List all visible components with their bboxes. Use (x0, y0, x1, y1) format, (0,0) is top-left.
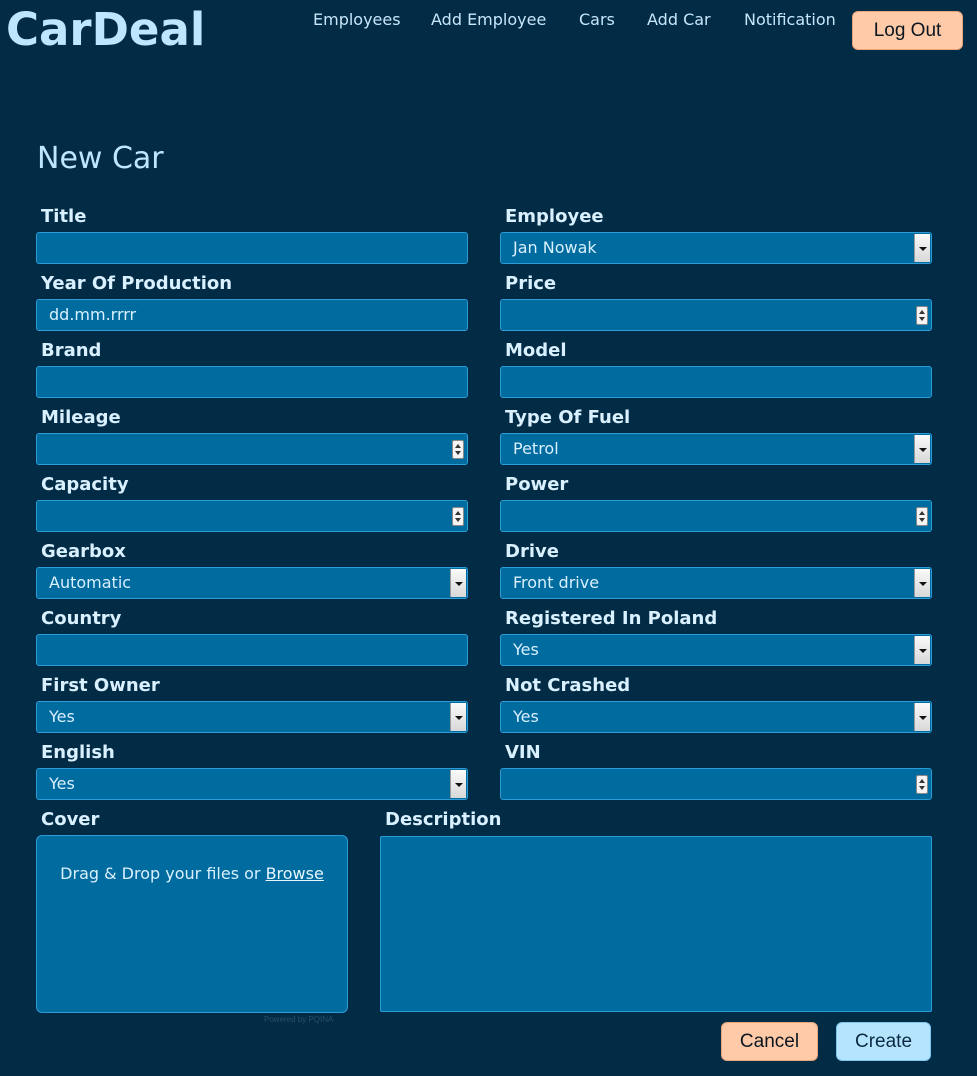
chevron-down-icon (450, 569, 466, 597)
registered-label: Registered In Poland (505, 608, 718, 629)
mileage-input[interactable] (36, 433, 468, 465)
drive-select[interactable]: Front drive (500, 567, 932, 599)
year-label: Year Of Production (41, 273, 233, 294)
country-input[interactable] (36, 634, 468, 666)
chevron-down-icon (914, 636, 930, 664)
spinner-icon[interactable] (916, 306, 928, 325)
registered-select[interactable]: Yes (500, 634, 932, 666)
dropzone-text: Drag & Drop your files or Browse (60, 864, 324, 883)
gearbox-select[interactable]: Automatic (36, 567, 468, 599)
description-label: Description (385, 809, 502, 830)
chevron-down-icon (914, 234, 930, 262)
power-label: Power (505, 474, 569, 495)
powered-by-credit[interactable]: Powered by PQINA (264, 1015, 333, 1024)
logout-button[interactable]: Log Out (852, 11, 963, 50)
nav-notification[interactable]: Notification (744, 10, 836, 30)
chevron-down-icon (450, 770, 466, 798)
title-input[interactable] (36, 232, 468, 264)
nav-employees[interactable]: Employees (313, 10, 401, 30)
gearbox-label: Gearbox (41, 541, 126, 562)
brand-input[interactable] (36, 366, 468, 398)
create-button[interactable]: Create (836, 1022, 931, 1061)
fuel-select[interactable]: Petrol (500, 433, 932, 465)
nav-cars[interactable]: Cars (579, 10, 615, 30)
capacity-label: Capacity (41, 474, 129, 495)
model-input[interactable] (500, 366, 932, 398)
year-date-input[interactable]: dd.mm.rrrr (36, 299, 468, 331)
drive-label: Drive (505, 541, 559, 562)
not-crashed-select[interactable]: Yes (500, 701, 932, 733)
cover-label: Cover (41, 809, 100, 830)
first-owner-label: First Owner (41, 675, 160, 696)
browse-link[interactable]: Browse (266, 864, 324, 883)
country-label: Country (41, 608, 122, 629)
price-label: Price (505, 273, 557, 294)
chevron-down-icon (914, 703, 930, 731)
english-select[interactable]: Yes (36, 768, 468, 800)
description-textarea[interactable] (380, 836, 932, 1012)
employee-label: Employee (505, 206, 604, 227)
english-label: English (41, 742, 115, 763)
employee-select[interactable]: Jan Nowak (500, 232, 932, 264)
vin-label: VIN (505, 742, 541, 763)
mileage-label: Mileage (41, 407, 121, 428)
top-nav: Employees Add Employee Cars Add Car Noti… (0, 10, 977, 40)
spinner-icon[interactable] (916, 507, 928, 526)
cover-dropzone[interactable]: Drag & Drop your files or Browse (36, 835, 348, 1013)
chevron-down-icon (914, 435, 930, 463)
chevron-down-icon (914, 569, 930, 597)
power-input[interactable] (500, 500, 932, 532)
brand-label: Brand (41, 340, 102, 361)
title-label: Title (41, 206, 87, 227)
nav-add-car[interactable]: Add Car (647, 10, 711, 30)
spinner-icon[interactable] (452, 507, 464, 526)
spinner-icon[interactable] (916, 775, 928, 794)
capacity-input[interactable] (36, 500, 468, 532)
first-owner-select[interactable]: Yes (36, 701, 468, 733)
not-crashed-label: Not Crashed (505, 675, 631, 696)
chevron-down-icon (450, 703, 466, 731)
page-title: New Car (37, 141, 164, 176)
price-input[interactable] (500, 299, 932, 331)
vin-input[interactable] (500, 768, 932, 800)
model-label: Model (505, 340, 567, 361)
spinner-icon[interactable] (452, 440, 464, 459)
cancel-button[interactable]: Cancel (721, 1022, 818, 1061)
nav-add-employee[interactable]: Add Employee (431, 10, 546, 30)
fuel-label: Type Of Fuel (505, 407, 631, 428)
